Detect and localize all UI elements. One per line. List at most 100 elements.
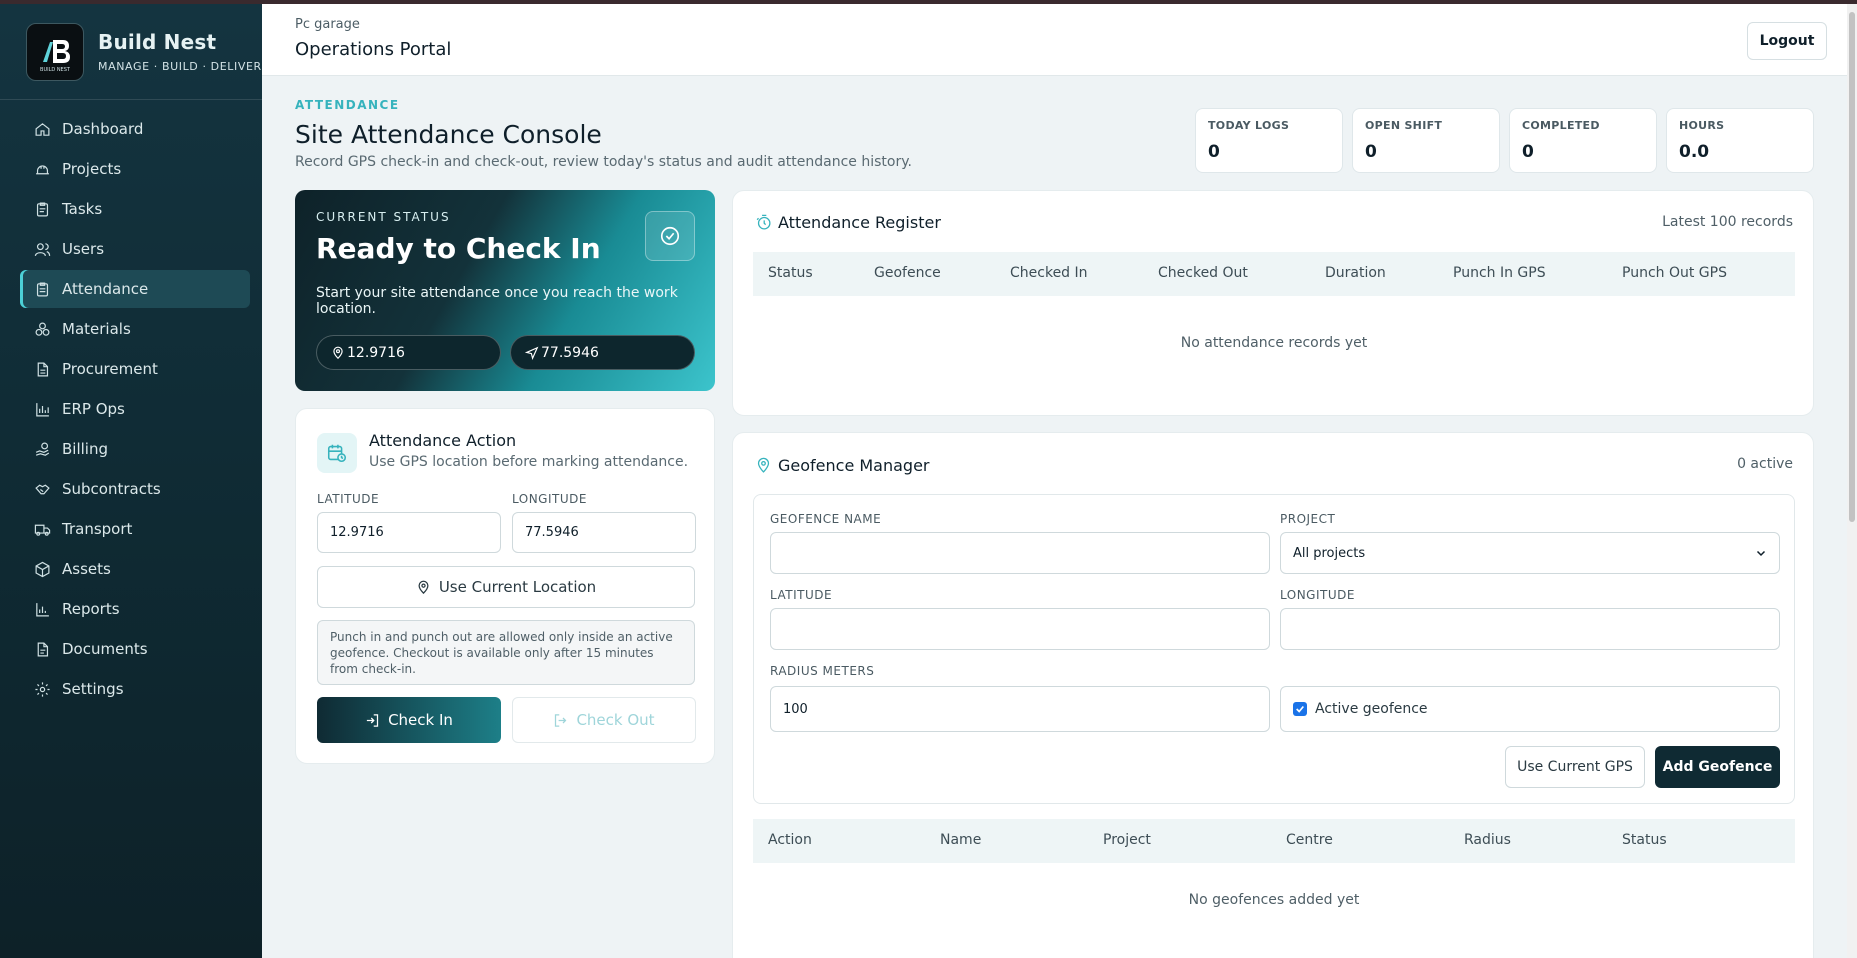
chevron-down-icon: [1756, 550, 1766, 557]
page-description: Record GPS check-in and check-out, revie…: [295, 154, 912, 170]
check-in-label: Check In: [388, 711, 453, 729]
scrollbar-thumb[interactable]: [1849, 12, 1855, 522]
sidebar-item-settings[interactable]: Settings: [20, 670, 250, 708]
sidebar-item-tasks[interactable]: Tasks: [20, 190, 250, 228]
geofence-name-label: GEOFENCE NAME: [770, 512, 882, 526]
logout-button[interactable]: Logout: [1747, 22, 1827, 60]
active-geofence-toggle[interactable]: Active geofence: [1280, 686, 1780, 732]
check-in-button[interactable]: Check In: [317, 697, 501, 743]
column-header: Status: [768, 265, 813, 281]
geofence-name-input[interactable]: [770, 532, 1270, 574]
geofence-longitude-input[interactable]: [1280, 608, 1780, 650]
column-header: Name: [940, 832, 982, 848]
sidebar-item-label: Subcontracts: [62, 480, 161, 498]
stat-today-logs: TODAY LOGS 0: [1195, 108, 1343, 173]
sidebar-item-label: Procurement: [62, 360, 158, 378]
column-header: Checked In: [1010, 265, 1088, 281]
longitude-label: LONGITUDE: [1280, 588, 1355, 602]
sidebar-item-label: Users: [62, 240, 105, 258]
add-geofence-button[interactable]: Add Geofence: [1655, 746, 1780, 788]
log-out-icon: [555, 713, 567, 727]
geofence-empty-state: No geofences added yet: [1188, 892, 1360, 908]
check-out-label: Check Out: [576, 711, 655, 729]
sidebar-item-procurement[interactable]: Procurement: [20, 350, 250, 388]
chart-icon: [32, 599, 52, 619]
longitude-label: LONGITUDE: [512, 492, 587, 506]
package-icon: [32, 559, 52, 579]
map-pin-icon: [418, 580, 429, 594]
latitude-pill: 12.9716: [316, 335, 501, 370]
stat-value: 0: [1208, 142, 1220, 162]
sidebar-item-label: Transport: [62, 520, 133, 538]
brand: BUILD NEST Build Nest MANAGE · BUILD · D…: [0, 4, 262, 100]
page-eyebrow: ATTENDANCE: [295, 98, 400, 112]
column-header: Duration: [1325, 265, 1386, 281]
geofence-latitude-input[interactable]: [770, 608, 1270, 650]
longitude-input[interactable]: 77.5946: [512, 512, 696, 553]
use-current-location-label: Use Current Location: [438, 578, 597, 596]
sidebar-item-label: Reports: [62, 600, 120, 618]
stat-open-shift: OPEN SHIFT 0: [1352, 108, 1500, 173]
map-pin-icon: [333, 346, 343, 359]
brand-logo: BUILD NEST: [26, 22, 84, 81]
clipboard-check-icon: [32, 279, 52, 299]
hand-coins-icon: [32, 439, 52, 459]
geofence-form: GEOFENCE NAME PROJECT All projects LATIT…: [753, 494, 1795, 804]
sidebar-item-dashboard[interactable]: Dashboard: [20, 110, 250, 148]
sidebar-item-label: Attendance: [62, 280, 149, 298]
truck-icon: [32, 519, 52, 539]
use-current-gps-button[interactable]: Use Current GPS: [1505, 746, 1645, 788]
gear-icon: [32, 679, 52, 699]
project-select-value: All projects: [1293, 545, 1366, 561]
stat-value: 0.0: [1679, 142, 1710, 162]
sidebar-item-label: Projects: [62, 160, 122, 178]
sidebar-item-projects[interactable]: Projects: [20, 150, 250, 188]
column-header: Punch In GPS: [1453, 265, 1546, 281]
geofence-title: Geofence Manager: [778, 456, 930, 475]
sidebar-item-subcontracts[interactable]: Subcontracts: [20, 470, 250, 508]
sidebar-item-label: Materials: [62, 320, 131, 338]
action-subtitle: Use GPS location before marking attendan…: [369, 454, 689, 470]
bar-chart-icon: [32, 399, 52, 419]
stat-label: TODAY LOGS: [1208, 119, 1290, 132]
sidebar-item-label: Settings: [62, 680, 124, 698]
sidebar-item-materials[interactable]: Materials: [20, 310, 250, 348]
status-eyebrow: CURRENT STATUS: [316, 210, 451, 224]
file-icon: [32, 359, 52, 379]
current-status-card: CURRENT STATUS Ready to Check In Start y…: [295, 190, 715, 391]
radius-input[interactable]: 100: [770, 686, 1270, 732]
longitude-value: 77.5946: [541, 344, 599, 361]
column-header: Status: [1622, 832, 1667, 848]
sidebar-item-documents[interactable]: Documents: [20, 630, 250, 668]
sidebar-item-transport[interactable]: Transport: [20, 510, 250, 548]
checkmark-icon: [1296, 705, 1304, 713]
org-name: Pc garage: [295, 17, 360, 32]
sidebar-nav: Dashboard Projects Tasks Users Attendanc…: [0, 110, 262, 708]
active-geofence-checkbox[interactable]: [1293, 702, 1307, 716]
status-description: Start your site attendance once you reac…: [316, 285, 678, 317]
sidebar-item-erp-ops[interactable]: ERP Ops: [20, 390, 250, 428]
project-select[interactable]: All projects: [1280, 532, 1780, 574]
latitude-input[interactable]: 12.9716: [317, 512, 501, 553]
attendance-register-card: Attendance Register Latest 100 records S…: [732, 190, 1814, 416]
active-geofence-label: Active geofence: [1315, 701, 1428, 717]
sidebar-item-attendance[interactable]: Attendance: [20, 270, 250, 308]
navigation-icon: [525, 346, 539, 360]
page-title: Site Attendance Console: [295, 120, 602, 149]
use-current-location-button[interactable]: Use Current Location: [317, 566, 695, 608]
sidebar-item-label: Tasks: [62, 200, 103, 218]
column-header: Checked Out: [1158, 265, 1248, 281]
sidebar: BUILD NEST Build Nest MANAGE · BUILD · D…: [0, 4, 262, 958]
stat-hours: HOURS 0.0: [1666, 108, 1814, 173]
page-scrollbar[interactable]: [1847, 4, 1857, 958]
clipboard-icon: [32, 199, 52, 219]
check-out-button[interactable]: Check Out: [512, 697, 696, 743]
sidebar-item-users[interactable]: Users: [20, 230, 250, 268]
sidebar-item-reports[interactable]: Reports: [20, 590, 250, 628]
home-icon: [32, 119, 52, 139]
sidebar-item-assets[interactable]: Assets: [20, 550, 250, 588]
latitude-label: LATITUDE: [770, 588, 833, 602]
log-in-icon: [366, 713, 379, 727]
sidebar-item-billing[interactable]: Billing: [20, 430, 250, 468]
stat-completed: COMPLETED 0: [1509, 108, 1657, 173]
